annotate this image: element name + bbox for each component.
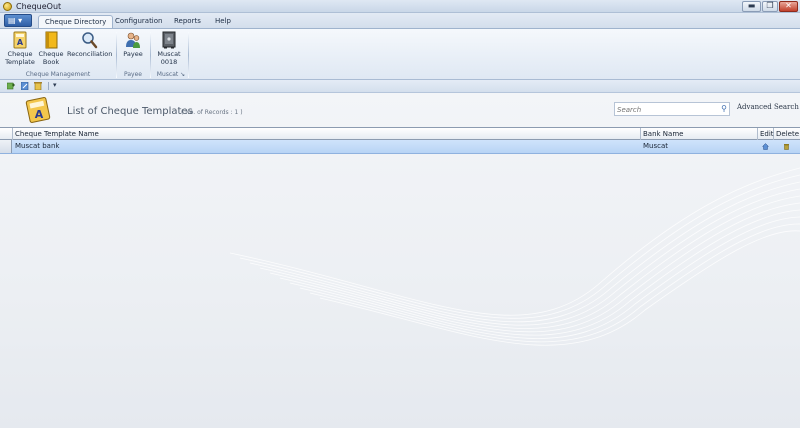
column-header-delete: Delete — [776, 130, 799, 138]
row-delete-icon[interactable] — [783, 143, 790, 150]
toolbar-separator — [48, 82, 49, 90]
content-area: A List of Cheque Templates ( No. of Reco… — [0, 93, 800, 428]
search-icon[interactable]: ⚲ — [721, 104, 727, 113]
group-label-payee: Payee — [124, 71, 142, 78]
group-separator — [116, 32, 117, 78]
safe-icon — [160, 31, 178, 49]
row-edit-icon[interactable] — [761, 143, 770, 150]
group-label-muscat-text: Muscat — [156, 71, 179, 78]
app-menu-icon: ▤ ▾ — [8, 16, 23, 25]
app-title: ChequeOut — [16, 2, 62, 11]
svg-text:A: A — [17, 38, 24, 47]
payee-button[interactable]: Payee — [120, 31, 146, 59]
page-title: List of Cheque Templates — [67, 106, 193, 117]
cheque-template-icon: A — [11, 31, 29, 49]
reconciliation-label: Reconciliation — [67, 50, 113, 58]
close-button[interactable]: ✕ — [779, 1, 798, 12]
group-separator — [150, 32, 151, 78]
table-row[interactable]: Muscat bank Muscat — [0, 140, 800, 154]
muscat-label: Muscat 0018 — [157, 50, 181, 66]
app-logo-icon — [3, 2, 12, 11]
tab-help[interactable]: Help — [209, 15, 237, 28]
ribbon-panel: A Cheque Template Cheque Book Reconcilia… — [0, 28, 800, 80]
cheque-book-icon — [42, 31, 60, 49]
tab-cheque-directory[interactable]: Cheque Directory — [38, 15, 114, 28]
close-icon: ✕ — [785, 1, 792, 10]
row-selector[interactable] — [0, 140, 12, 153]
search-box: ⚲ — [614, 102, 730, 116]
cheque-book-button[interactable]: Cheque Book — [38, 31, 64, 66]
cheque-template-list-icon: A — [24, 97, 52, 123]
svg-text:A: A — [35, 108, 44, 121]
column-header-edit: Edit — [760, 128, 774, 140]
muscat-button[interactable]: Muscat 0018 — [155, 31, 183, 66]
title-bar: ChequeOut ▬ ❐ ✕ — [0, 0, 800, 13]
group-label-cheque-management: Cheque Management — [25, 71, 91, 78]
minimize-icon: ▬ — [747, 1, 756, 10]
quick-access-toolbar: ▾ — [0, 80, 800, 93]
group-separator — [188, 32, 189, 78]
cheque-book-label: Cheque Book — [38, 50, 64, 66]
search-input[interactable] — [617, 104, 715, 115]
ribbon-tab-row: ▤ ▾ Cheque Directory Configuration Repor… — [0, 13, 800, 28]
app-menu-button[interactable]: ▤ ▾ — [4, 14, 32, 27]
advanced-search-link[interactable]: Advanced Search — [737, 103, 799, 111]
reconciliation-button[interactable]: Reconciliation — [67, 31, 113, 59]
add-icon[interactable] — [6, 82, 15, 90]
group-label-muscat: Muscat ↘ — [152, 71, 190, 78]
cheque-template-button[interactable]: A Cheque Template — [5, 31, 35, 66]
delete-icon[interactable] — [34, 82, 42, 91]
customize-toolbar-icon[interactable]: ▾ — [53, 81, 61, 89]
cheque-template-label: Cheque Template — [5, 50, 35, 66]
cell-template-name: Muscat bank — [15, 142, 60, 150]
people-icon — [124, 31, 142, 49]
column-header-template-name[interactable]: Cheque Template Name — [13, 128, 641, 140]
row-selector-header — [0, 128, 13, 140]
maximize-button[interactable]: ❐ — [762, 1, 778, 12]
magnifier-icon — [80, 31, 98, 49]
record-count: ( No. of Records : 1 ) — [181, 109, 243, 116]
cheque-template-table: Cheque Template Name Bank Name Edit Dele… — [0, 127, 800, 154]
edit-icon[interactable] — [20, 81, 29, 91]
minimize-button[interactable]: ▬ — [742, 1, 761, 12]
tab-reports[interactable]: Reports — [168, 15, 207, 28]
cell-bank-name: Muscat — [643, 142, 669, 150]
tab-configuration[interactable]: Configuration — [109, 15, 168, 28]
table-header: Cheque Template Name Bank Name Edit Dele… — [0, 127, 800, 140]
maximize-icon: ❐ — [766, 1, 774, 10]
column-header-bank-name[interactable]: Bank Name — [641, 128, 758, 140]
dialog-launcher-icon[interactable]: ↘ — [180, 71, 185, 78]
payee-label: Payee — [123, 50, 143, 58]
